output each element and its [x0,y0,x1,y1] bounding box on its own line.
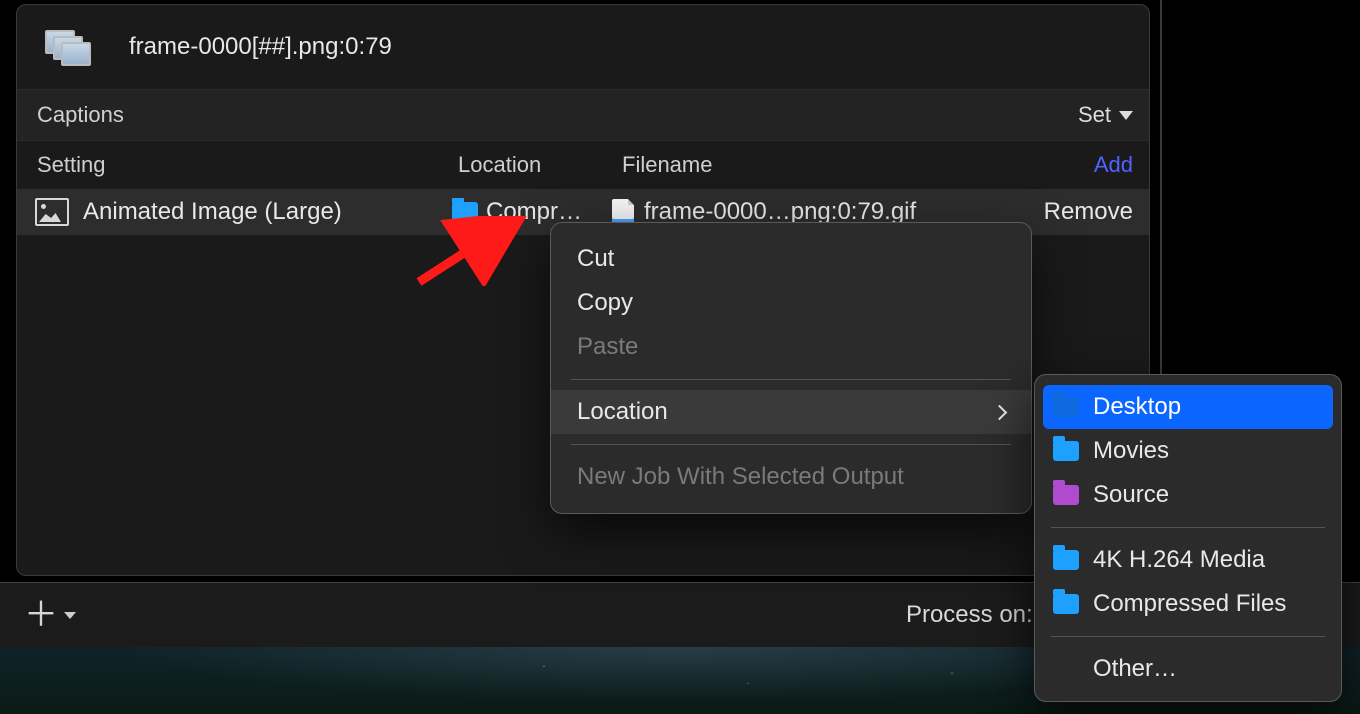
menu-separator [571,379,1011,380]
loc-other[interactable]: Other… [1035,647,1341,691]
loc-4k-media-label: 4K H.264 Media [1093,546,1265,574]
ctx-new-job: New Job With Selected Output [551,455,1031,499]
menu-separator [1051,636,1325,637]
remove-link[interactable]: Remove [1034,198,1133,226]
loc-movies[interactable]: Movies [1035,429,1341,473]
col-location: Location [452,152,618,178]
loc-compressed[interactable]: Compressed Files [1035,582,1341,626]
ctx-cut[interactable]: Cut [551,237,1031,281]
add-link[interactable]: Add [1094,152,1133,178]
image-sequence-icon [45,30,89,64]
job-setting-label: Animated Image (Large) [83,198,342,226]
loc-desktop[interactable]: Desktop [1043,385,1333,429]
loc-source-label: Source [1093,481,1169,509]
menu-separator [1051,527,1325,528]
loc-desktop-label: Desktop [1093,393,1181,421]
source-header: frame-0000[##].png:0:79 [17,5,1149,89]
ctx-copy[interactable]: Copy [551,281,1031,325]
chevron-down-icon [1119,111,1133,120]
loc-compressed-label: Compressed Files [1093,590,1286,618]
chevron-down-icon [64,612,76,619]
add-job-button[interactable]: ＋ [24,598,76,632]
source-title: frame-0000[##].png:0:79 [129,33,392,61]
folder-icon [1053,485,1079,505]
captions-bar: Captions Set [17,89,1149,141]
context-menu: Cut Copy Paste Location New Job With Sel… [550,222,1032,514]
captions-set-dropdown[interactable]: Set [1078,102,1133,128]
loc-movies-label: Movies [1093,437,1169,465]
captions-label: Captions [37,102,124,128]
menu-separator [571,444,1011,445]
col-setting: Setting [17,152,452,178]
loc-other-label: Other… [1093,655,1177,683]
captions-set-label: Set [1078,102,1111,128]
col-filename: Filename [618,152,1094,178]
chevron-right-icon [992,404,1008,420]
folder-icon [1053,594,1079,614]
folder-icon [1053,441,1079,461]
columns-header: Setting Location Filename Add [17,141,1149,189]
ctx-paste: Paste [551,325,1031,369]
loc-source[interactable]: Source [1035,473,1341,517]
location-submenu: Desktop Movies Source 4K H.264 Media Com… [1034,374,1342,702]
ctx-location[interactable]: Location [551,390,1031,434]
process-on-label: Process on: [906,601,1033,629]
image-setting-icon [35,198,69,226]
folder-icon [1053,397,1079,417]
folder-icon [1053,550,1079,570]
ctx-location-label: Location [577,398,668,426]
folder-icon [452,202,478,222]
loc-4k-media[interactable]: 4K H.264 Media [1035,538,1341,582]
plus-icon: ＋ [24,598,58,632]
